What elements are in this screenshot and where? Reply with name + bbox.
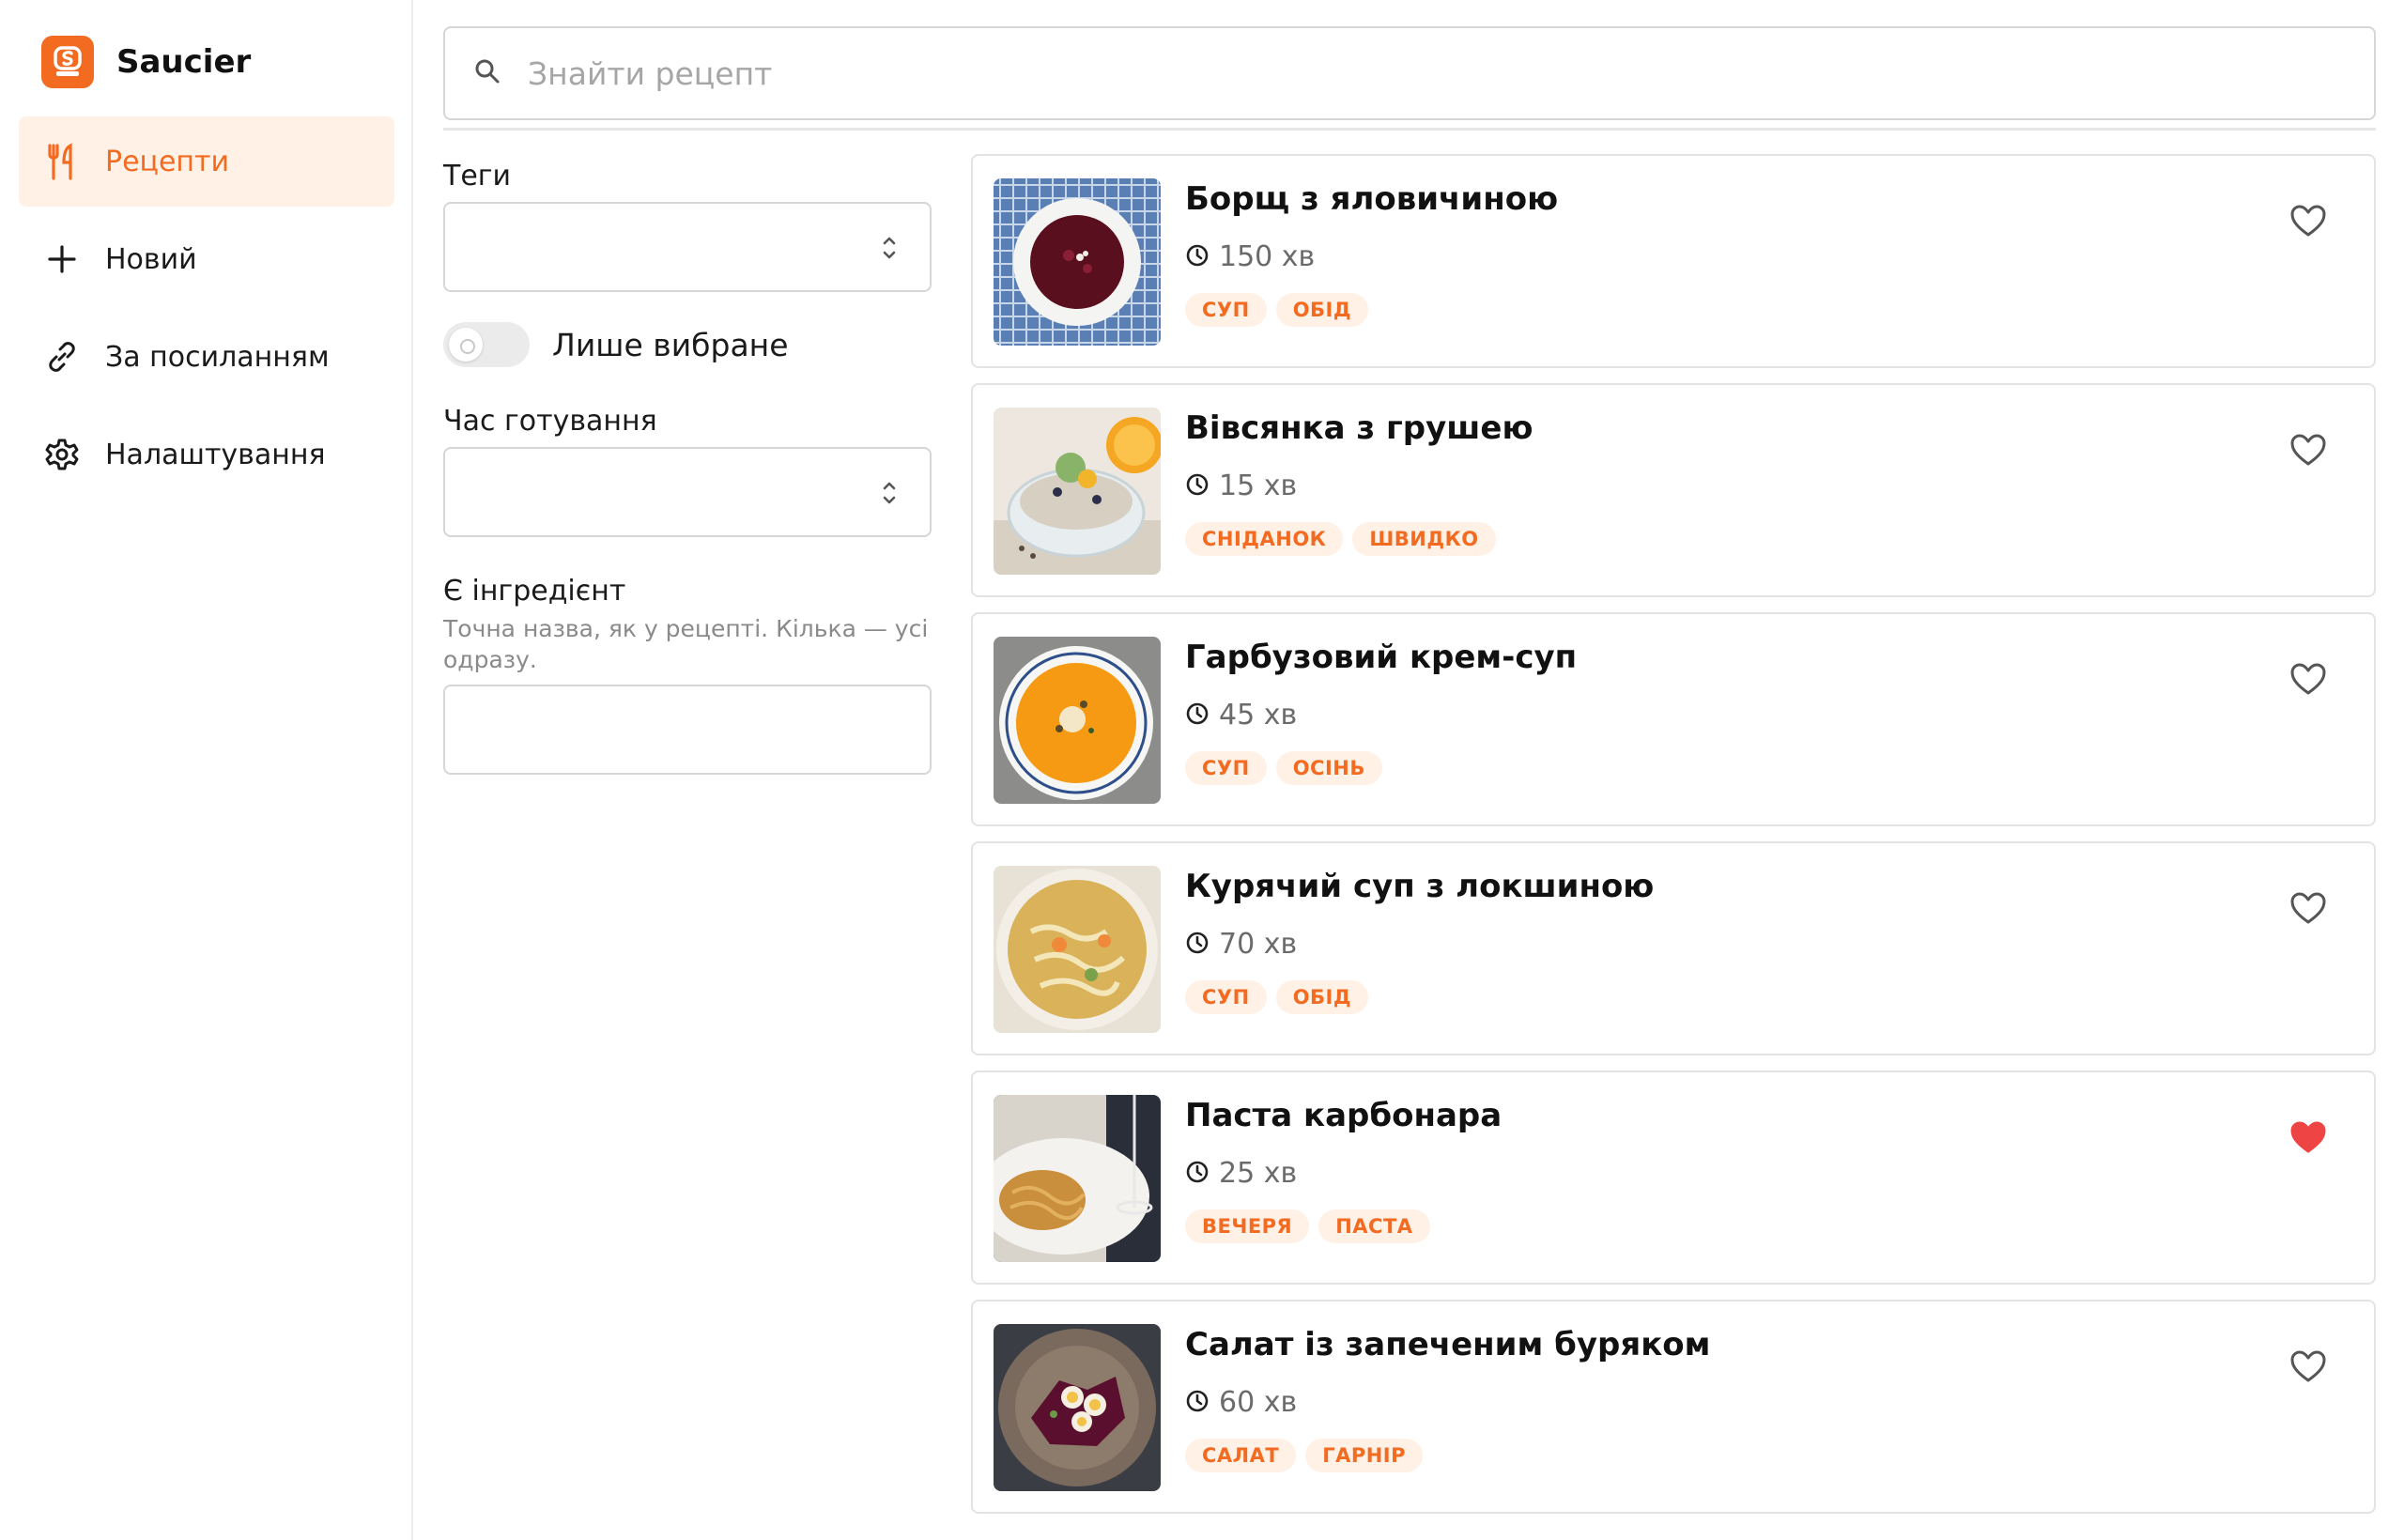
- recipe-title: Курячий суп з локшиною: [1185, 868, 1655, 905]
- recipe-tag[interactable]: СУП: [1185, 751, 1267, 785]
- recipe-title: Борщ з яловичиною: [1185, 180, 1559, 218]
- favorites-toggle[interactable]: [443, 322, 530, 367]
- clock-icon: [1185, 472, 1210, 500]
- ingredient-filter-label: Є інгредієнт: [443, 575, 626, 608]
- recipe-time: 25 хв: [1185, 1157, 1297, 1190]
- sidebar-item-by-link[interactable]: За посиланням: [19, 312, 394, 402]
- sidebar-nav: Рецепти Новий За посиланням Налаштування: [19, 116, 394, 507]
- sidebar-item-settings[interactable]: Налаштування: [19, 409, 394, 500]
- clock-icon: [1185, 931, 1210, 959]
- recipe-tags: САЛАТ ГАРНІР: [1185, 1439, 1432, 1472]
- app-logo-icon: [41, 36, 94, 88]
- sidebar-item-label: За посиланням: [105, 340, 330, 374]
- recipe-time: 15 хв: [1185, 470, 1297, 502]
- search-icon: [473, 57, 501, 89]
- recipe-tag[interactable]: ОБІД: [1275, 980, 1369, 1014]
- recipe-time: 60 хв: [1185, 1386, 1297, 1419]
- recipe-tag[interactable]: СУП: [1185, 293, 1267, 327]
- recipe-time: 70 хв: [1185, 928, 1297, 961]
- sidebar-item-label: Новий: [105, 242, 197, 276]
- recipe-list: Борщ з яловичиною 150 хв СУП ОБІД Вівсян…: [971, 154, 2376, 1516]
- recipe-time-value: 70 хв: [1219, 928, 1298, 961]
- recipe-tag[interactable]: ГАРНІР: [1305, 1439, 1423, 1472]
- recipe-title: Салат із запеченим буряком: [1185, 1326, 1711, 1363]
- recipe-title: Гарбузовий крем-суп: [1185, 639, 1578, 676]
- recipe-image: [994, 637, 1161, 804]
- sidebar: Saucier Рецепти Новий За посиланням Нала…: [0, 0, 413, 1540]
- recipe-card[interactable]: Салат із запеченим буряком 60 хв САЛАТ Г…: [971, 1300, 2376, 1514]
- recipe-tag[interactable]: ШВИДКО: [1352, 522, 1496, 556]
- recipe-title: Вівсянка з грушею: [1185, 409, 1533, 447]
- heart-outline-icon[interactable]: [2289, 203, 2327, 240]
- recipe-time-value: 15 хв: [1219, 470, 1298, 502]
- recipe-title: Паста карбонара: [1185, 1097, 1502, 1134]
- recipe-tags: СУП ОСІНЬ: [1185, 751, 1392, 785]
- recipe-time-value: 150 хв: [1219, 240, 1316, 273]
- recipe-tags: СУП ОБІД: [1185, 293, 1378, 327]
- plus-icon: [43, 240, 81, 278]
- sidebar-item-label: Налаштування: [105, 438, 326, 471]
- recipe-time-value: 60 хв: [1219, 1386, 1298, 1419]
- recipe-card[interactable]: Вівсянка з грушею 15 хв СНІДАНОК ШВИДКО: [971, 383, 2376, 597]
- search-bar[interactable]: [443, 26, 2376, 120]
- time-filter-label: Час готування: [443, 405, 657, 438]
- recipe-tag[interactable]: ОБІД: [1275, 293, 1369, 327]
- recipe-image: [994, 1324, 1161, 1491]
- recipe-image: [994, 866, 1161, 1033]
- recipe-tag[interactable]: САЛАТ: [1185, 1439, 1297, 1472]
- recipe-time-value: 25 хв: [1219, 1157, 1298, 1190]
- recipe-time: 150 хв: [1185, 240, 1315, 273]
- ingredient-filter-hint: Точна назва, як у рецепті. Кілька — усі …: [443, 615, 929, 673]
- heart-filled-icon[interactable]: [2289, 1119, 2327, 1157]
- link-icon: [43, 338, 81, 376]
- recipe-time: 45 хв: [1185, 699, 1297, 732]
- heart-outline-icon[interactable]: [2289, 432, 2327, 470]
- utensils-icon: [43, 143, 81, 180]
- heart-outline-icon[interactable]: [2289, 1348, 2327, 1386]
- sidebar-item-new[interactable]: Новий: [19, 214, 394, 304]
- recipe-tags: СНІДАНОК ШВИДКО: [1185, 522, 1505, 556]
- recipe-image: [994, 178, 1161, 346]
- clock-icon: [1185, 243, 1210, 271]
- tags-filter-label: Теги: [443, 160, 512, 192]
- heart-outline-icon[interactable]: [2289, 661, 2327, 699]
- recipe-tag[interactable]: СУП: [1185, 980, 1267, 1014]
- recipe-image: [994, 1095, 1161, 1262]
- recipe-tags: ВЕЧЕРЯ ПАСТА: [1185, 1209, 1440, 1243]
- gear-icon: [43, 436, 81, 473]
- time-select[interactable]: [443, 447, 932, 537]
- tags-select[interactable]: [443, 202, 932, 292]
- recipe-image: [994, 408, 1161, 575]
- clock-icon: [1185, 701, 1210, 730]
- recipe-card[interactable]: Гарбузовий крем-суп 45 хв СУП ОСІНЬ: [971, 612, 2376, 826]
- recipe-tag[interactable]: ПАСТА: [1318, 1209, 1430, 1243]
- sidebar-item-recipes[interactable]: Рецепти: [19, 116, 394, 207]
- app-name: Saucier: [116, 43, 252, 81]
- recipe-tag[interactable]: СНІДАНОК: [1185, 522, 1344, 556]
- chevron-up-down-icon: [881, 479, 898, 511]
- sidebar-item-label: Рецепти: [105, 145, 230, 178]
- clock-icon: [1185, 1160, 1210, 1188]
- chevron-up-down-icon: [881, 234, 898, 266]
- recipe-tag[interactable]: ОСІНЬ: [1275, 751, 1382, 785]
- recipe-card[interactable]: Курячий суп з локшиною 70 хв СУП ОБІД: [971, 841, 2376, 1055]
- divider: [443, 128, 2376, 131]
- recipe-card[interactable]: Паста карбонара 25 хв ВЕЧЕРЯ ПАСТА: [971, 1070, 2376, 1285]
- favorites-toggle-label: Лише вибране: [552, 326, 789, 363]
- brand[interactable]: Saucier: [41, 36, 251, 88]
- recipe-tag[interactable]: ВЕЧЕРЯ: [1185, 1209, 1310, 1243]
- ingredient-input[interactable]: [443, 685, 932, 775]
- recipe-card[interactable]: Борщ з яловичиною 150 хв СУП ОБІД: [971, 154, 2376, 368]
- filters-panel: Теги Лише вибране Час готування Є інгред…: [443, 160, 932, 775]
- clock-icon: [1185, 1389, 1210, 1417]
- search-input[interactable]: [528, 54, 2312, 92]
- recipe-time-value: 45 хв: [1219, 699, 1298, 732]
- recipe-tags: СУП ОБІД: [1185, 980, 1378, 1014]
- favorites-toggle-row: Лише вибране: [443, 322, 932, 367]
- heart-outline-icon[interactable]: [2289, 890, 2327, 928]
